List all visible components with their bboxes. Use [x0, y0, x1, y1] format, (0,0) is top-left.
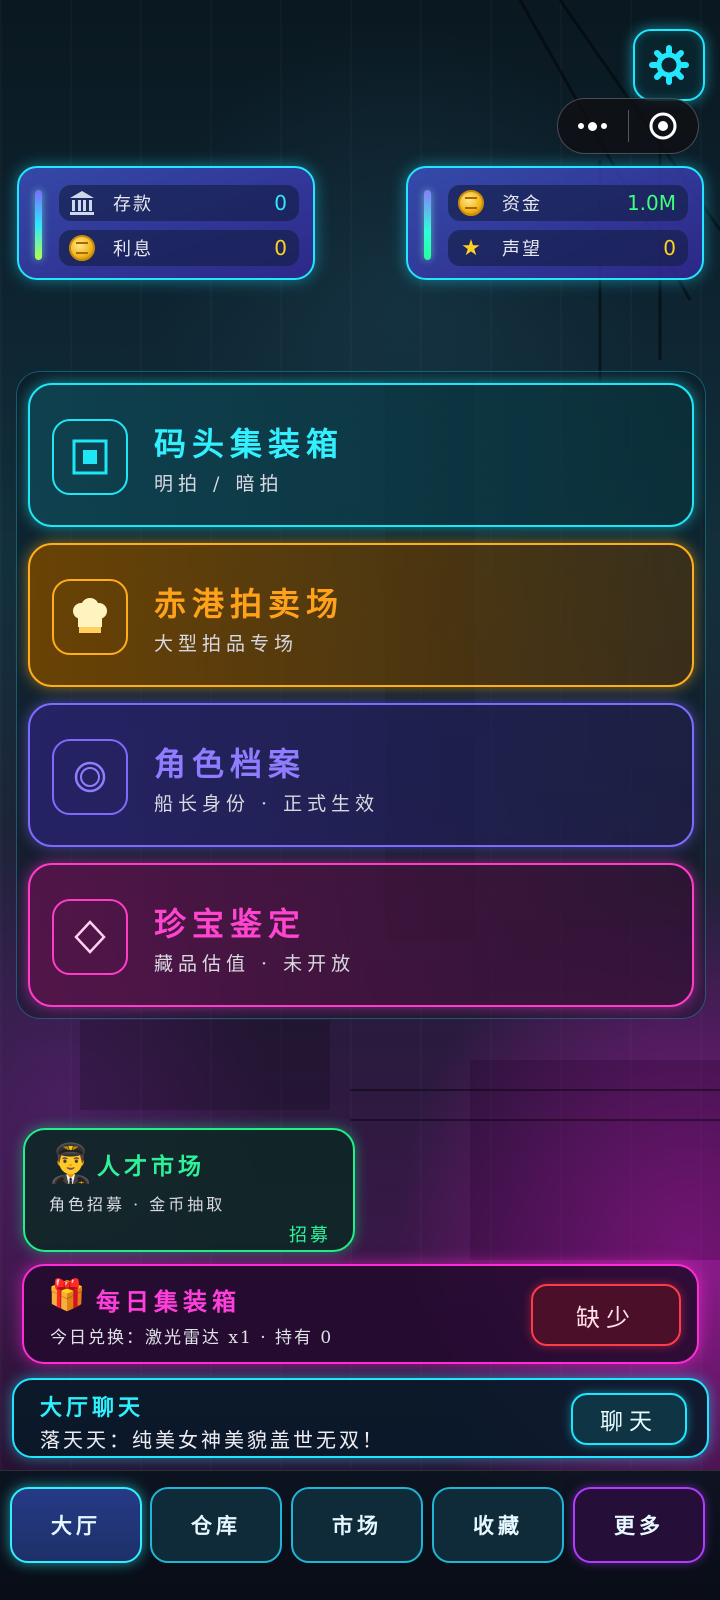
chat-latest-message: 落天天：纯美女神美貌盖世无双！ [40, 1428, 385, 1452]
nav-warehouse[interactable]: 仓库 [150, 1487, 282, 1563]
more-dots-icon [578, 121, 608, 131]
dock-container-card[interactable]: 码头集装箱 明拍 / 暗拍 [28, 383, 694, 527]
funds-value: 1.0M [626, 191, 676, 215]
nav-hall[interactable]: 大厅 [10, 1487, 142, 1563]
talent-title: 人才市场 [97, 1153, 205, 1180]
nav-more[interactable]: 更多 [573, 1487, 705, 1563]
chat-title: 大厅聊天 [40, 1395, 145, 1421]
interest-label: 利息 [113, 239, 153, 260]
settings-button[interactable] [633, 29, 705, 101]
dock-title: 码头集装箱 [154, 425, 345, 463]
coin-icon [69, 235, 95, 261]
panel-glow-bar [424, 190, 431, 260]
diamond-icon [52, 899, 128, 975]
bank-icon [67, 188, 97, 218]
reputation-row: ★ 声望 0 [448, 230, 688, 266]
profile-ring-icon [52, 739, 128, 815]
open-chat-button[interactable]: 聊天 [571, 1393, 687, 1445]
recruit-link[interactable]: 招募 [289, 1221, 331, 1247]
nav-collection[interactable]: 收藏 [432, 1487, 564, 1563]
gear-icon [649, 45, 689, 85]
daily-title: 每日集装箱 [96, 1287, 241, 1316]
deposit-row: 存款 0 [59, 185, 299, 221]
panel-glow-bar [35, 190, 42, 260]
treasure-appraisal-card[interactable]: 珍宝鉴定 藏品估值 · 未开放 [28, 863, 694, 1007]
reputation-value: 0 [663, 236, 676, 260]
treasure-subtitle: 藏品估值 · 未开放 [154, 953, 356, 975]
bottom-navigation: 大厅 仓库 市场 收藏 更多 [0, 1470, 720, 1600]
role-profile-card[interactable]: 角色档案 船长身份 · 正式生效 [28, 703, 694, 847]
auction-title: 赤港拍卖场 [154, 585, 345, 623]
auction-subtitle: 大型拍品专场 [154, 633, 299, 655]
wealth-stats-panel: 资金 1.0M ★ 声望 0 [406, 166, 704, 280]
deposit-value: 0 [274, 191, 287, 215]
funds-row: 资金 1.0M [448, 185, 688, 221]
coin-icon [458, 190, 484, 216]
role-subtitle: 船长身份 · 正式生效 [154, 793, 380, 815]
close-program-button[interactable] [629, 99, 699, 153]
nav-market[interactable]: 市场 [291, 1487, 423, 1563]
deposit-label: 存款 [113, 194, 153, 215]
pilot-avatar-icon: 👨‍✈️ [47, 1141, 95, 1185]
more-options-button[interactable] [558, 99, 628, 153]
interest-value: 0 [274, 236, 287, 260]
chef-hat-icon [52, 579, 128, 655]
auction-house-card[interactable]: 赤港拍卖场 大型拍品专场 [28, 543, 694, 687]
interest-row: 利息 0 [59, 230, 299, 266]
dock-subtitle: 明拍 / 暗拍 [154, 473, 284, 495]
container-icon [52, 419, 128, 495]
lobby-chat-bar: 大厅聊天 落天天：纯美女神美貌盖世无双！ 聊天 [12, 1378, 709, 1458]
treasure-title: 珍宝鉴定 [154, 905, 307, 943]
talent-subtitle: 角色招募 · 金币抽取 [49, 1195, 226, 1214]
star-icon: ★ [461, 235, 481, 261]
daily-container-card: 🎁 每日集装箱 今日兑换：激光雷达 x1 · 持有 0 缺少 [22, 1264, 699, 1364]
target-close-icon [649, 112, 677, 140]
mini-program-capsule [557, 98, 699, 154]
talent-market-card[interactable]: 👨‍✈️ 人才市场 角色招募 · 金币抽取 招募 [23, 1128, 355, 1252]
daily-subtitle: 今日兑换：激光雷达 x1 · 持有 0 [50, 1328, 334, 1348]
funds-label: 资金 [502, 194, 542, 215]
role-title: 角色档案 [154, 745, 307, 783]
reputation-label: 声望 [502, 239, 542, 260]
lacking-button[interactable]: 缺少 [531, 1284, 681, 1346]
gift-icon: 🎁 [48, 1278, 86, 1313]
bank-stats-panel: 存款 0 利息 0 [17, 166, 315, 280]
